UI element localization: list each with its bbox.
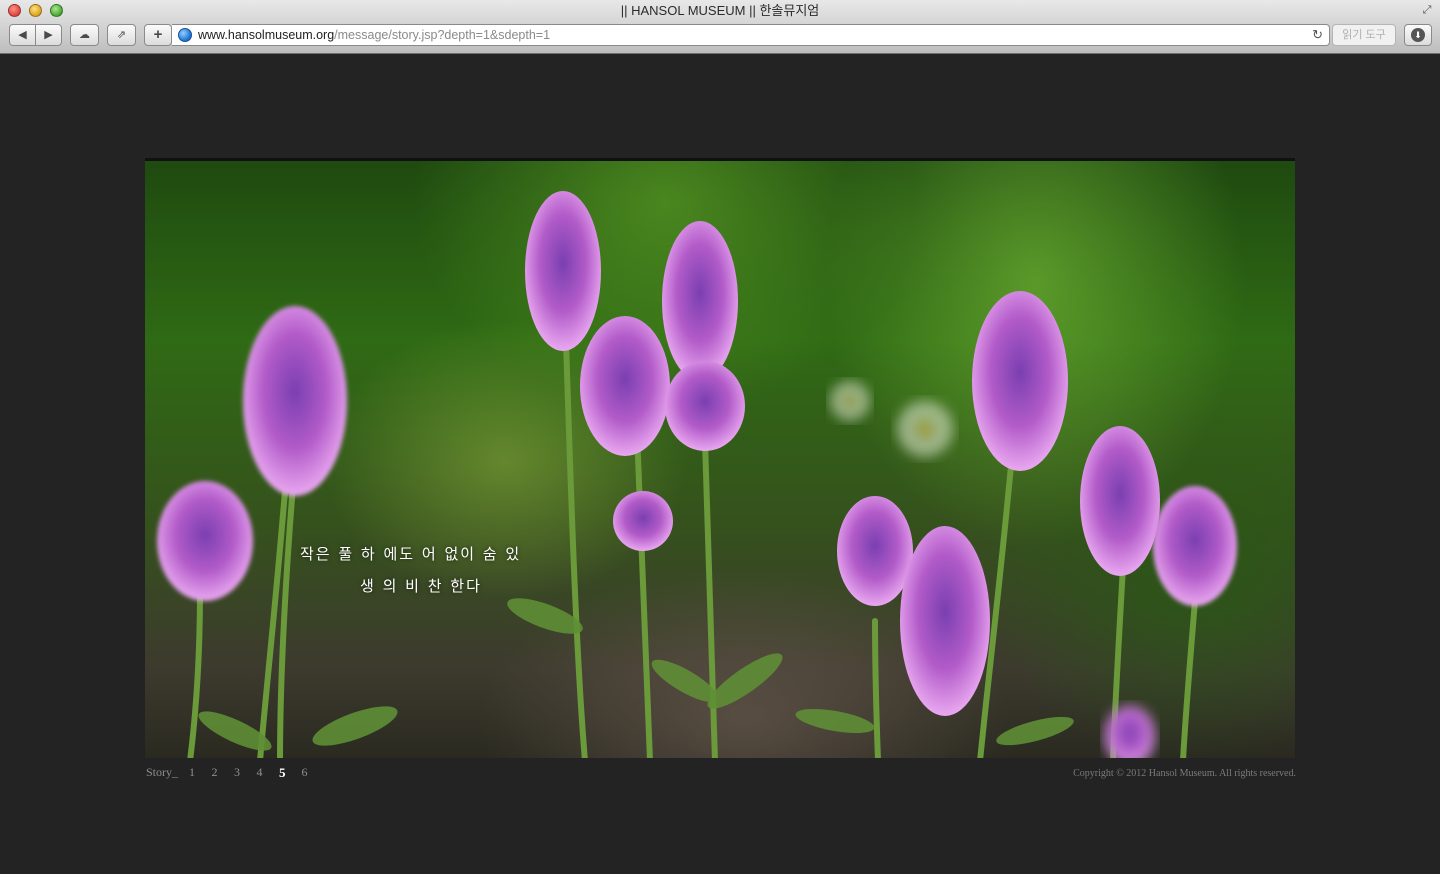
navigation-buttons: ◀ ▶ xyxy=(9,24,62,46)
plus-icon: + xyxy=(153,26,163,43)
download-icon: ⬇ xyxy=(1411,28,1425,42)
story-text-line-1: 작은 풀 하 에도 어 없이 숨 있 xyxy=(300,545,522,563)
icloud-tabs-button[interactable]: ☁ xyxy=(70,24,99,46)
flower-illustration xyxy=(157,191,1237,758)
url-path: /message/story.jsp?depth=1&sdepth=1 xyxy=(334,28,551,42)
daisy-right xyxy=(830,381,870,421)
add-bookmark-button[interactable]: + xyxy=(144,24,172,46)
flower-spike xyxy=(972,291,1068,471)
pagination-label: Story_ xyxy=(146,765,179,779)
reload-icon[interactable]: ↻ xyxy=(1312,25,1323,45)
downloads-button[interactable]: ⬇ xyxy=(1404,24,1432,46)
share-button[interactable]: ⇗ xyxy=(107,24,136,46)
page-link-5[interactable]: 5 xyxy=(279,765,302,781)
flower-spike xyxy=(662,221,738,381)
fullscreen-icon[interactable]: ⤢ xyxy=(1420,3,1434,17)
address-bar[interactable]: www.hansolmuseum.org/message/story.jsp?d… xyxy=(172,24,1330,46)
flower-spike xyxy=(157,481,253,601)
page-link-4[interactable]: 4 xyxy=(257,765,280,781)
story-pagination: Story_ 1 2 3 4 5 6 xyxy=(146,765,324,781)
reader-button[interactable]: 읽기 도구 xyxy=(1332,24,1396,46)
window-title: || HANSOL MUSEUM || 한솔뮤지엄 xyxy=(620,3,820,18)
back-button[interactable]: ◀ xyxy=(10,25,35,45)
hero-photo xyxy=(145,158,1295,758)
flower-spike xyxy=(837,496,913,606)
flower-spike xyxy=(1080,426,1160,576)
flower-spike xyxy=(243,306,347,496)
flower-blooms xyxy=(157,191,1237,758)
story-text-line-2: 생 의 비 찬 한다 xyxy=(360,577,482,595)
copyright-notice: Copyright © 2012 Hansol Museum. All righ… xyxy=(1073,768,1296,779)
globe-icon xyxy=(178,28,192,42)
page-link-6[interactable]: 6 xyxy=(302,765,325,781)
url-host: www.hansolmuseum.org xyxy=(198,28,335,42)
page-link-2[interactable]: 2 xyxy=(212,765,235,781)
flower-spike xyxy=(900,526,990,716)
forward-button[interactable]: ▶ xyxy=(35,25,61,45)
cloud-icon: ☁ xyxy=(79,29,90,41)
flower-spike xyxy=(665,361,745,451)
browser-chrome: || HANSOL MUSEUM || 한솔뮤지엄 ⤢ ◀ ▶ ☁ ⇗ + ww… xyxy=(0,0,1440,54)
share-icon: ⇗ xyxy=(116,29,127,41)
flower-spike xyxy=(580,316,670,456)
page-link-3[interactable]: 3 xyxy=(234,765,257,781)
flower-spike xyxy=(1153,486,1237,606)
flower-spike xyxy=(525,191,601,351)
daisy-left xyxy=(897,401,953,457)
page-link-1[interactable]: 1 xyxy=(189,765,212,781)
flower-spike xyxy=(613,491,673,551)
